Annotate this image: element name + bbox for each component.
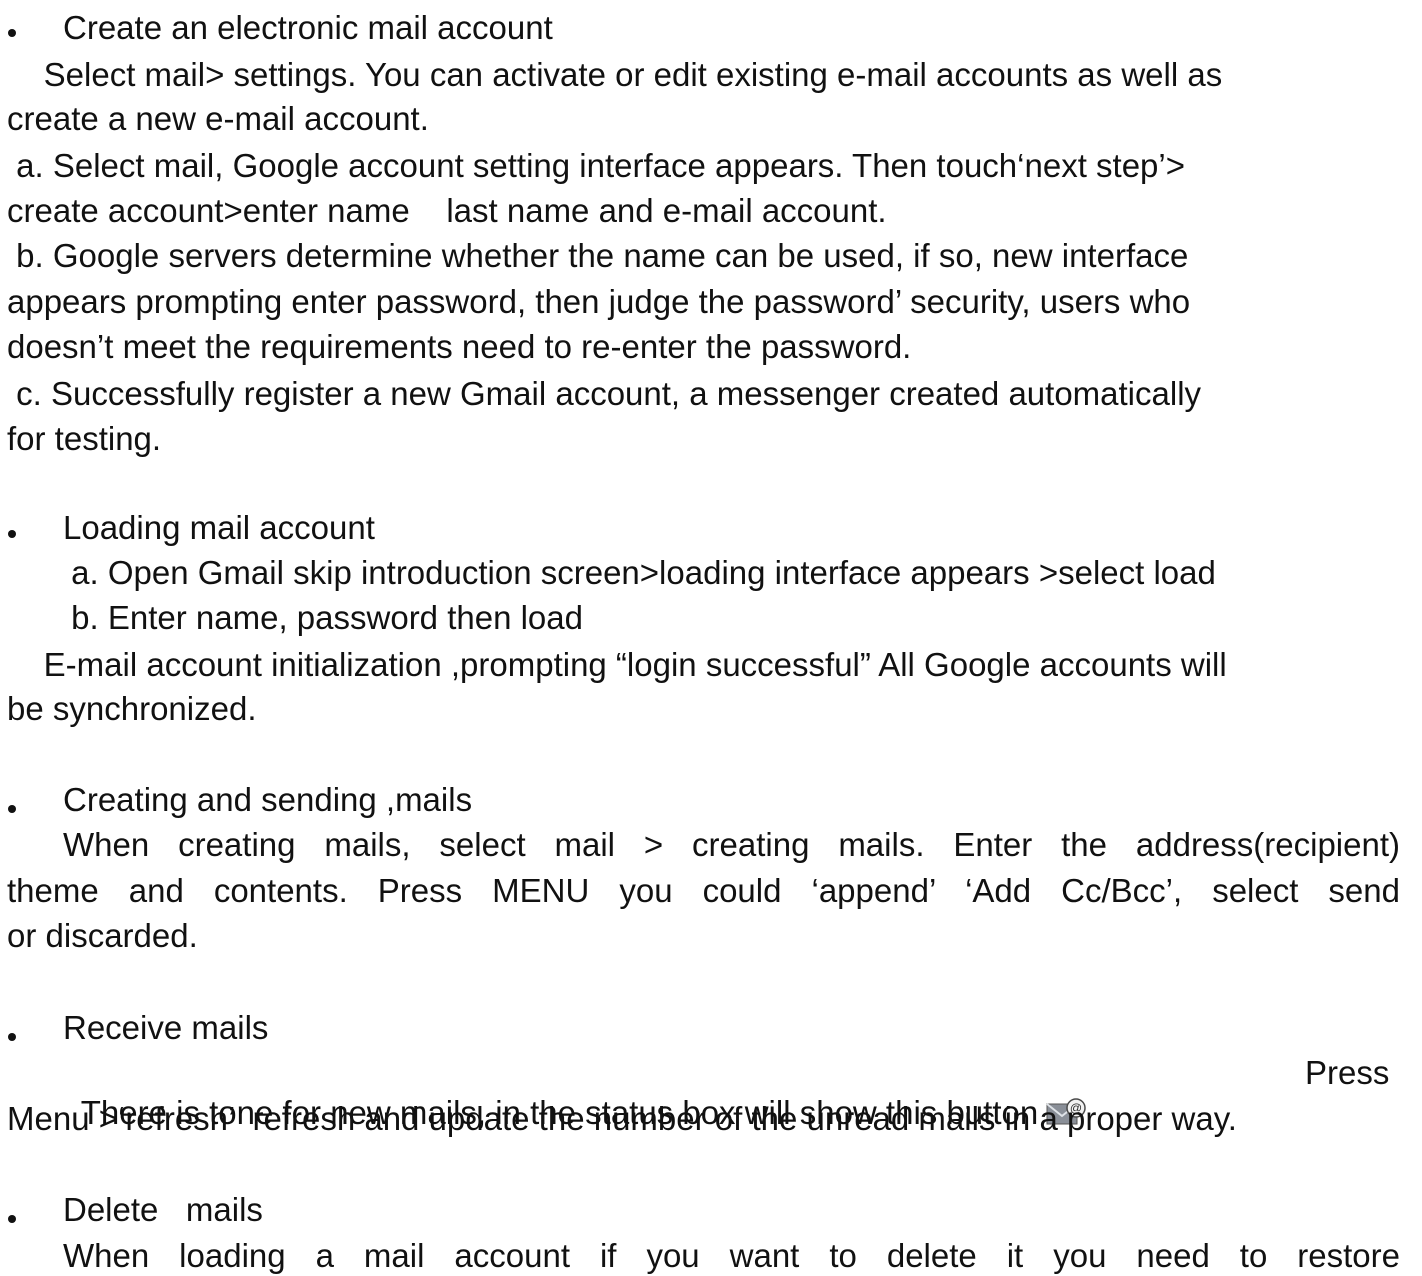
paragraph-line: E-mail account initialization ,prompting… bbox=[7, 646, 1227, 683]
paragraph-line: When loading a mail account if you want … bbox=[63, 1237, 1400, 1274]
bullet-delete bbox=[8, 1215, 16, 1223]
paragraph-line: a. Select mail, Google account setting i… bbox=[7, 147, 1186, 184]
paragraph-line: create a new e-mail account. bbox=[7, 100, 429, 137]
paragraph-line: There is tone for new mails, in the stat… bbox=[63, 1053, 1088, 1131]
heading-delete: Delete mails bbox=[63, 1191, 263, 1228]
paragraph-line: doesn’t meet the requirements need to re… bbox=[7, 328, 912, 365]
bullet-receive bbox=[8, 1033, 16, 1041]
paragraph-line: appears prompting enter password, then j… bbox=[7, 283, 1191, 320]
heading-receive: Receive mails bbox=[63, 1009, 269, 1046]
paragraph-line: a. Open Gmail skip introduction screen>l… bbox=[7, 554, 1216, 591]
paragraph-line: Menu >‘refresh’ refresh and update the n… bbox=[7, 1100, 1237, 1137]
paragraph-line: c. Successfully register a new Gmail acc… bbox=[7, 375, 1202, 412]
paragraph-line: When creating mails, select mail > creat… bbox=[63, 826, 1400, 863]
bullet-creating-sending bbox=[8, 805, 16, 813]
heading-loading-account: Loading mail account bbox=[63, 509, 375, 546]
paragraph-line: Select mail> settings. You can activate … bbox=[7, 56, 1223, 93]
heading-create-account: Create an electronic mail account bbox=[63, 9, 553, 46]
paragraph-line: b. Google servers determine whether the … bbox=[7, 237, 1189, 274]
paragraph-line: for testing. bbox=[7, 420, 162, 457]
paragraph-line: create account>enter name last name and … bbox=[7, 192, 887, 229]
paragraph-line: be synchronized. bbox=[7, 690, 257, 727]
paragraph-line-press: Press bbox=[1305, 1054, 1390, 1091]
bullet-loading-account bbox=[8, 530, 16, 538]
heading-creating-sending: Creating and sending ,mails bbox=[63, 781, 473, 818]
paragraph-line: or discarded. bbox=[7, 917, 198, 954]
bullet-create-account bbox=[8, 29, 16, 37]
paragraph-line: b. Enter name, password then load bbox=[7, 599, 583, 636]
paragraph-line: theme and contents. Press MENU you could… bbox=[7, 872, 1400, 909]
